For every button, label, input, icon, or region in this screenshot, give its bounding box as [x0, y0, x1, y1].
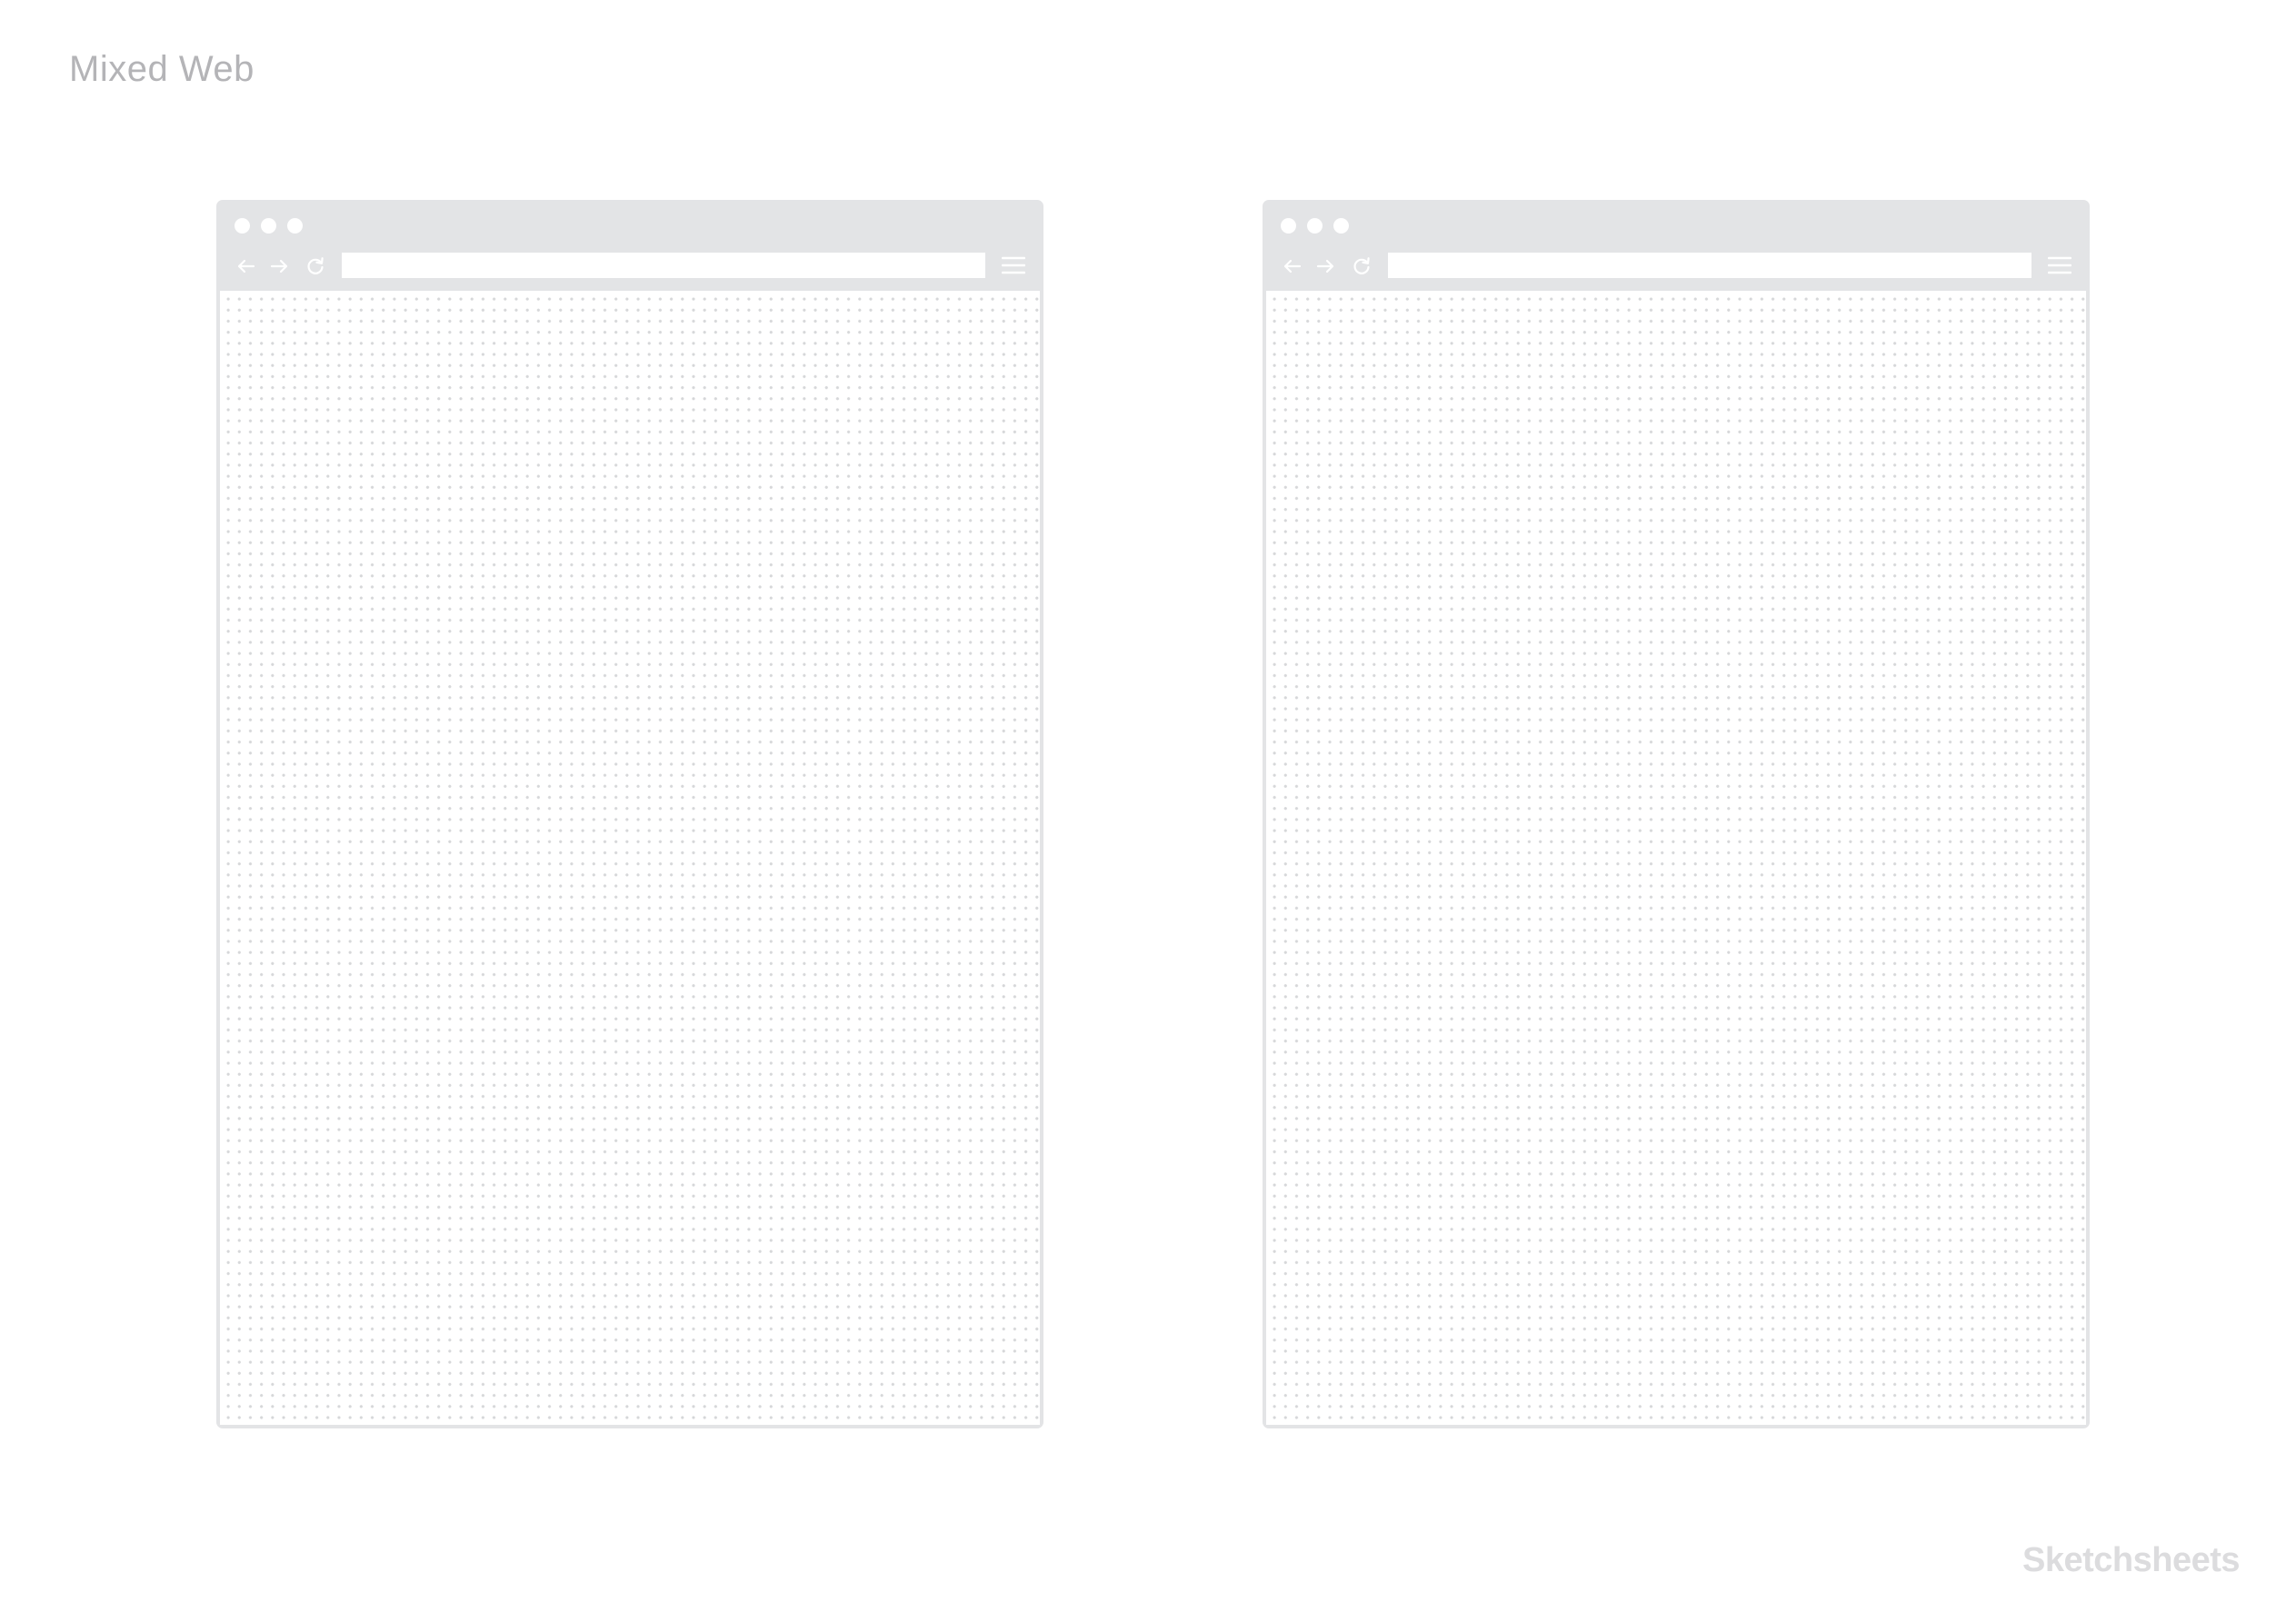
- window-dot-icon[interactable]: [261, 218, 276, 234]
- forward-arrow-icon[interactable]: [1313, 254, 1337, 278]
- reload-icon[interactable]: [304, 254, 327, 278]
- hamburger-menu-icon[interactable]: [2047, 255, 2072, 275]
- window-dot-icon[interactable]: [1307, 218, 1323, 234]
- window-dot-icon[interactable]: [1333, 218, 1349, 234]
- back-arrow-icon[interactable]: [235, 254, 258, 278]
- window-dot-icon[interactable]: [1281, 218, 1296, 234]
- window-dot-icon[interactable]: [287, 218, 303, 234]
- reload-icon[interactable]: [1350, 254, 1373, 278]
- address-bar-input[interactable]: [342, 253, 985, 278]
- browser-viewport-dot-grid: [1266, 291, 2086, 1425]
- forward-arrow-icon[interactable]: [267, 254, 291, 278]
- sheet-title: Mixed Web: [69, 49, 255, 89]
- address-bar-input[interactable]: [1388, 253, 2031, 278]
- brand-logo: Sketchsheets: [2021, 1541, 2241, 1579]
- back-arrow-icon[interactable]: [1281, 254, 1304, 278]
- hamburger-menu-icon[interactable]: [1001, 255, 1026, 275]
- browser-window-right: [1263, 200, 2090, 1428]
- browser-viewport-dot-grid: [220, 291, 1040, 1425]
- window-dot-icon[interactable]: [235, 218, 250, 234]
- browser-window-left: [216, 200, 1043, 1428]
